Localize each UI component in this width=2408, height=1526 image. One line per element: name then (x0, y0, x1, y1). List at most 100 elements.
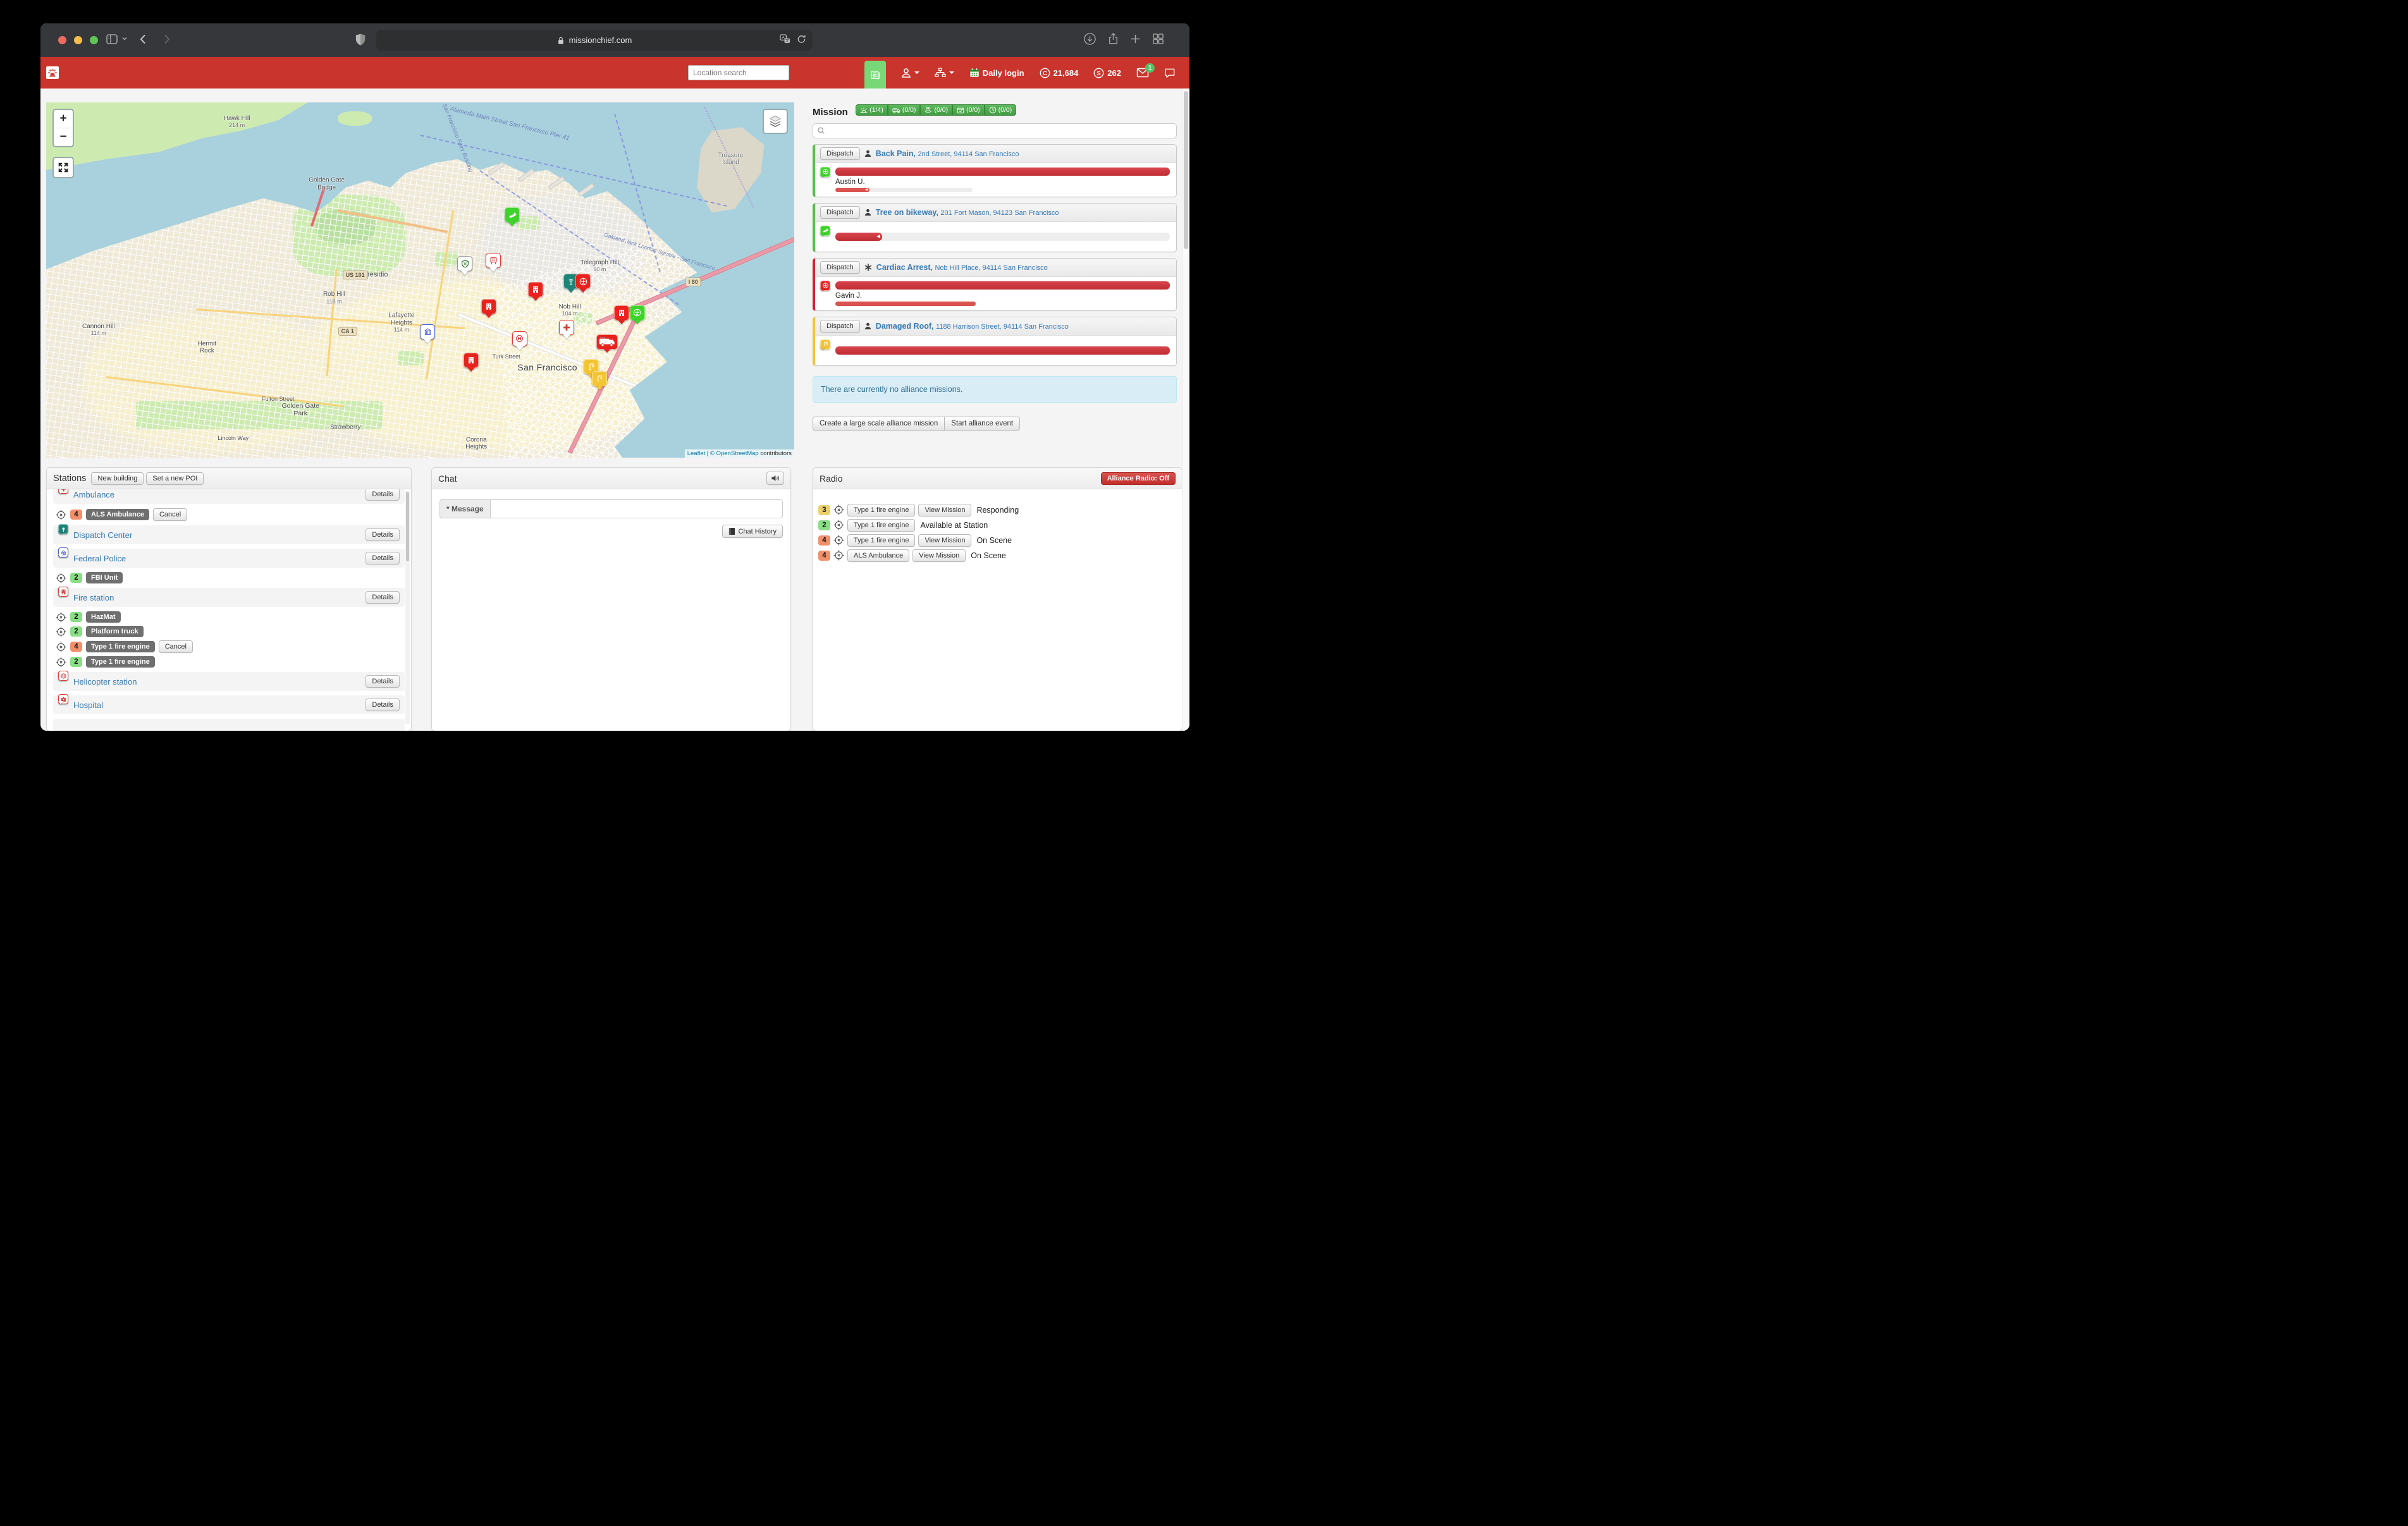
page-scrollbar[interactable] (1182, 89, 1189, 731)
fire-station-2-marker[interactable] (481, 299, 496, 322)
view-mission-button[interactable]: View Mission (912, 549, 966, 562)
details-button[interactable]: Details (366, 699, 400, 711)
vehicle-button[interactable]: ALS Ambulance (86, 509, 149, 520)
vehicle-button[interactable]: HazMat (86, 611, 121, 623)
federal-police-marker[interactable] (420, 324, 435, 347)
mission-search[interactable] (813, 123, 1177, 138)
daily-login[interactable]: Daily login (969, 68, 1024, 78)
view-mission-button[interactable]: View Mission (918, 534, 971, 547)
details-button[interactable]: Details (366, 489, 400, 501)
missions-tab[interactable] (864, 61, 886, 89)
station-link[interactable]: Dispatch Center (73, 530, 132, 540)
station-row-helicopter-station[interactable]: Helicopter station Details (53, 672, 405, 691)
layers-control[interactable] (763, 109, 788, 134)
back-icon[interactable] (137, 32, 150, 46)
downloads-icon[interactable] (1083, 32, 1096, 46)
crosshair-icon[interactable] (56, 626, 66, 637)
cancel-button[interactable]: Cancel (153, 508, 187, 521)
mission-link[interactable]: Damaged Roof, 1188 Harrison Street, 9411… (876, 322, 1069, 331)
filter-transport-button[interactable]: (0/0) (888, 104, 921, 116)
chat-toggle-button[interactable] (1164, 68, 1176, 78)
mission-search-input[interactable] (828, 126, 1172, 136)
filter-time-button[interactable]: (0/0) (985, 104, 1017, 116)
alliance-radio-toggle[interactable]: Alliance Radio: Off (1101, 472, 1176, 485)
mission-card-tree-on-bikeway[interactable]: Dispatch Tree on bikeway, 201 Fort Mason… (813, 203, 1177, 252)
profile-menu[interactable] (901, 68, 919, 78)
details-button[interactable]: Details (366, 591, 400, 604)
fire-station-3-marker[interactable] (464, 353, 479, 375)
filter-emergency-button[interactable]: (1/4) (856, 104, 888, 116)
ambulance-marker[interactable] (596, 334, 618, 357)
tree-on-bikeway-marker[interactable] (505, 207, 520, 230)
leaflet-map[interactable]: Hawk Hill214 m Golden Gate Bridge Presid… (46, 102, 794, 458)
vehicle-button[interactable]: FBI Unit (86, 572, 123, 583)
station-link[interactable]: Fire station (73, 593, 114, 602)
alliance-menu[interactable] (935, 68, 954, 78)
zoom-in-button[interactable]: + (54, 110, 73, 128)
crosshair-icon[interactable] (833, 520, 844, 530)
dispatch-button[interactable]: Dispatch (820, 261, 860, 274)
sidebar-chevron-icon[interactable] (121, 35, 128, 42)
fullscreen-button[interactable] (52, 157, 74, 178)
details-button[interactable]: Details (366, 528, 400, 541)
details-button[interactable]: Details (366, 552, 400, 565)
crosshair-icon[interactable] (56, 612, 66, 623)
mission-link[interactable]: Back Pain, 2nd Street, 94114 San Francis… (876, 149, 1019, 158)
cancel-button[interactable]: Cancel (159, 640, 193, 653)
station-building-marker[interactable] (614, 305, 629, 328)
set-poi-button[interactable]: Set a new POI (146, 472, 204, 485)
mission-card-damaged-roof[interactable]: Dispatch Damaged Roof, 1188 Harrison Str… (813, 317, 1177, 366)
close-window-button[interactable] (58, 36, 66, 44)
translate-icon[interactable]: A文 (780, 34, 790, 44)
crosshair-icon[interactable] (56, 573, 66, 583)
dispatch-button[interactable]: Dispatch (820, 320, 860, 333)
back-pain-marker[interactable] (630, 305, 645, 328)
create-alliance-mission-button[interactable]: Create a large scale alliance mission (813, 417, 945, 430)
mission-card-back-pain[interactable]: Dispatch Back Pain, 2nd Street, 94114 Sa… (813, 144, 1177, 197)
mission-card-cardiac-arrest[interactable]: Dispatch Cardiac Arrest, Nob Hill Place,… (813, 258, 1177, 311)
reload-icon[interactable] (797, 34, 806, 44)
station-row-fire-station[interactable]: Fire station Details (53, 588, 405, 607)
crosshair-icon[interactable] (56, 642, 66, 652)
station-row-ambulance[interactable]: Ambulance Details (53, 489, 405, 504)
station-link[interactable]: Federal Police (73, 554, 126, 563)
vehicle-button[interactable]: Type 1 fire engine (847, 519, 915, 532)
crosshair-icon[interactable] (833, 535, 844, 546)
zoom-control[interactable]: + − (52, 109, 74, 147)
vehicle-button[interactable]: Type 1 fire engine (847, 504, 915, 516)
fire-station-marker[interactable] (528, 282, 543, 305)
start-alliance-event-button[interactable]: Start alliance event (944, 417, 1020, 430)
sidebar-icon[interactable] (105, 32, 119, 46)
cardiac-arrest-marker[interactable] (575, 274, 591, 296)
location-search-input[interactable] (688, 65, 789, 80)
new-tab-icon[interactable] (1129, 32, 1142, 46)
zoom-window-button[interactable] (90, 36, 98, 44)
dispatch-button[interactable]: Dispatch (820, 147, 860, 160)
school-marker[interactable] (486, 253, 501, 276)
station-row-federal-police[interactable]: Federal Police Details (53, 549, 405, 568)
url-bar[interactable]: missionchief.com A文 (376, 30, 813, 51)
vehicle-button[interactable]: Type 1 fire engine (86, 641, 155, 652)
share-icon[interactable] (1107, 32, 1120, 46)
leaflet-link[interactable]: Leaflet (687, 450, 706, 457)
zoom-out-button[interactable]: − (54, 128, 73, 146)
helicopter-station-marker[interactable] (512, 331, 527, 354)
new-building-button[interactable]: New building (91, 472, 144, 485)
station-row-hospital[interactable]: Hospital Details (53, 695, 405, 714)
chat-message-input[interactable] (490, 499, 783, 518)
station-link[interactable]: Helicopter station (73, 677, 137, 687)
privacy-shield-icon[interactable] (354, 33, 367, 47)
dispatch-button[interactable]: Dispatch (820, 206, 860, 219)
hospital-marker[interactable] (559, 320, 574, 343)
station-link[interactable]: Hospital (73, 700, 103, 710)
safety-center-marker[interactable] (457, 256, 472, 279)
messages-button[interactable]: 1 (1136, 68, 1149, 78)
poi-marker[interactable] (592, 371, 607, 394)
osm-link[interactable]: © OpenStreetMap (710, 450, 759, 457)
crosshair-icon[interactable] (56, 657, 66, 668)
view-mission-button[interactable]: View Mission (918, 504, 971, 516)
mission-link[interactable]: Cardiac Arrest, Nob Hill Place, 94114 Sa… (876, 263, 1048, 272)
mission-link[interactable]: Tree on bikeway, 201 Fort Mason, 94123 S… (876, 208, 1059, 217)
coins-display[interactable]: C 21,684 (1040, 68, 1079, 78)
credits-display[interactable]: S 262 (1093, 68, 1121, 78)
